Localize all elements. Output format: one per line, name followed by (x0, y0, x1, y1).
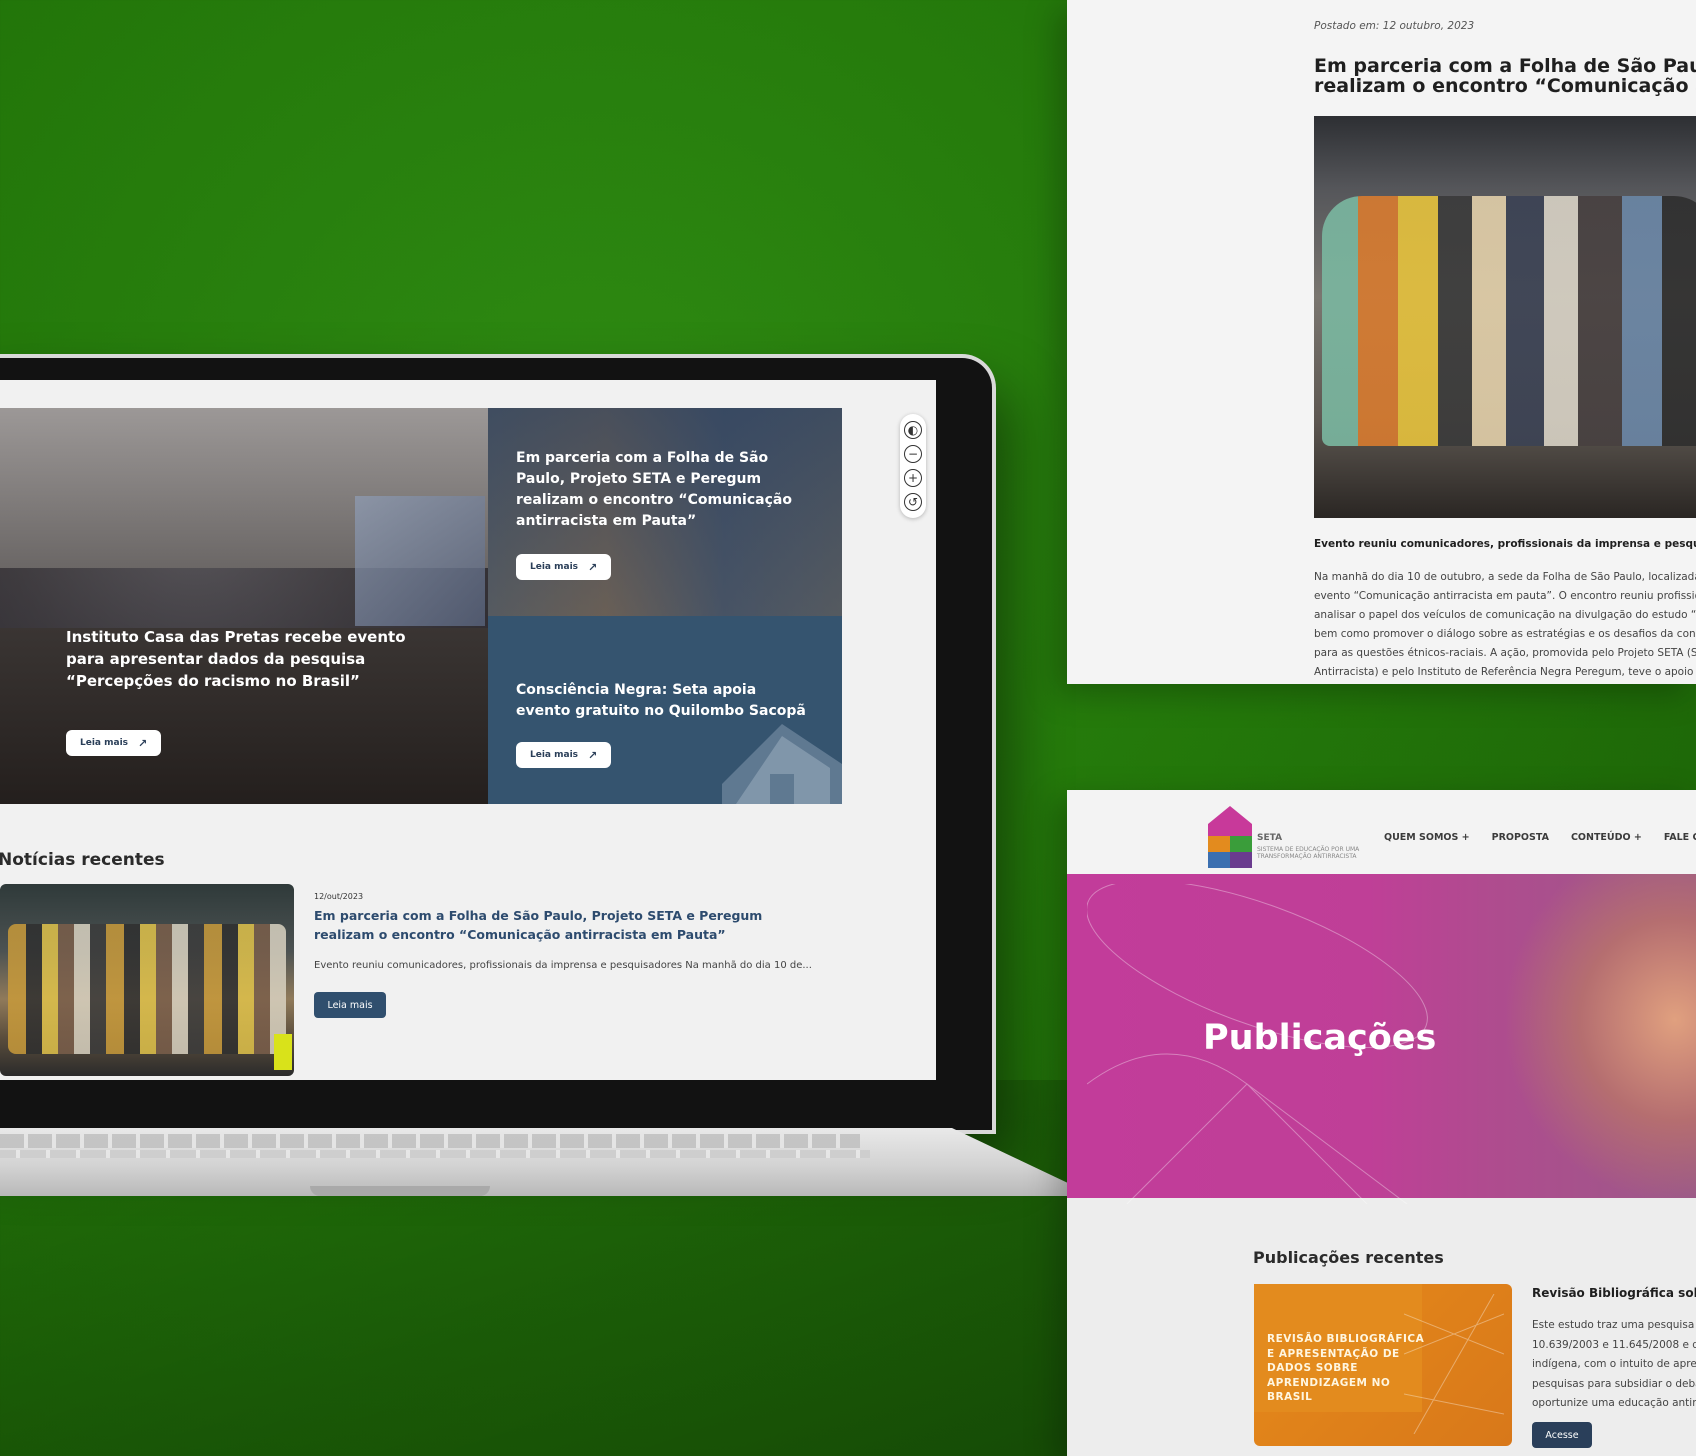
featured-card-casa-das-pretas[interactable]: Instituto Casa das Pretas recebe evento … (0, 408, 488, 804)
nav-item-conteudo[interactable]: CONTEÚDO + (1571, 832, 1642, 843)
publications-hero-banner: Publicações (1067, 874, 1696, 1204)
recent-publications-heading: Publicações recentes (1253, 1248, 1444, 1267)
photo-group (1322, 196, 1696, 446)
article-body: Na manhã do dia 10 de outubro, a sede da… (1314, 571, 1696, 678)
accessibility-toolbar: ◐ − + ↺ (900, 414, 926, 518)
keyboard (0, 1134, 860, 1148)
featured-card-consciencia-negra[interactable]: Consciência Negra: Seta apoia evento gra… (488, 616, 842, 804)
page-title: Publicações (1203, 1018, 1437, 1058)
logo-name: SETA (1257, 833, 1283, 843)
logo-tagline: SISTEMA DE EDUCAÇÃO POR UMA TRANSFORMAÇÃ… (1257, 846, 1360, 860)
external-link-icon: ↗ (588, 748, 598, 762)
photo-projection-screen (355, 496, 485, 626)
contrast-icon[interactable]: ◐ (904, 421, 922, 439)
read-more-button[interactable]: Leia mais ↗ (516, 554, 612, 580)
laptop-mockup: Instituto Casa das Pretas recebe evento … (0, 358, 992, 1130)
laptop-notch (310, 1186, 490, 1196)
read-more-label: Leia mais (80, 738, 129, 748)
zoom-out-icon[interactable]: − (904, 445, 922, 463)
featured-title: Consciência Negra: Seta apoia evento gra… (516, 682, 806, 719)
cover-title: REVISÃO BIBLIOGRÁFICA E APRESENTAÇÃO DE … (1267, 1333, 1425, 1403)
article-title-line: Em parceria com a Folha de São Paulo, P (1314, 55, 1696, 77)
read-more-button[interactable]: Leia mais ↗ (516, 742, 612, 768)
publications-page-panel: SETA SISTEMA DE EDUCAÇÃO POR UMA TRANSFO… (1067, 790, 1696, 1456)
access-button[interactable]: Acesse (1532, 1422, 1592, 1448)
featured-title: Em parceria com a Folha de São Paulo, Pr… (516, 450, 792, 529)
nav-item-quem-somos[interactable]: QUEM SOMOS + (1384, 832, 1470, 843)
nav-item-proposta[interactable]: PROPOSTA (1492, 832, 1549, 843)
reset-icon[interactable]: ↺ (904, 493, 922, 511)
featured-title: Instituto Casa das Pretas recebe evento … (66, 628, 406, 690)
featured-news-grid: Instituto Casa das Pretas recebe evento … (0, 408, 842, 804)
site-header: SETA SISTEMA DE EDUCAÇÃO POR UMA TRANSFO… (1067, 790, 1696, 874)
post-date: Postado em: 12 outubro, 2023 (1314, 20, 1475, 32)
news-title-link[interactable]: Em parceria com a Folha de São Paulo, Pr… (314, 906, 814, 944)
seta-arrow-watermark-icon (722, 724, 842, 804)
seta-logo-icon[interactable] (1208, 806, 1252, 868)
article-title: Em parceria com a Folha de São Paulo, P … (1314, 56, 1696, 96)
news-date: 12/out/2023 (314, 892, 364, 901)
photo-group (8, 924, 286, 1054)
laptop-base (0, 1128, 1070, 1196)
external-link-icon: ↗ (588, 560, 598, 574)
featured-column-right: Em parceria com a Folha de São Paulo, Pr… (488, 408, 842, 804)
article-page-panel: Postado em: 12 outubro, 2023 Em parceria… (1067, 0, 1696, 684)
article-title-line: realizam o encontro “Comunicação antir (1314, 75, 1696, 97)
nav-item-fale-conosco[interactable]: FALE CONOS (1664, 832, 1696, 843)
publication-cover[interactable]: REVISÃO BIBLIOGRÁFICA E APRESENTAÇÃO DE … (1254, 1284, 1512, 1446)
seta-badge-icon (274, 1034, 292, 1070)
hero-photo-girl (1507, 874, 1696, 1198)
publication-title[interactable]: Revisão Bibliográfica sobr (1532, 1286, 1696, 1300)
read-more-button[interactable]: Leia mais ↗ (66, 730, 162, 756)
keyboard-row (0, 1150, 870, 1158)
read-more-button[interactable]: Leia mais (314, 992, 386, 1018)
main-nav: QUEM SOMOS + PROPOSTA CONTEÚDO + FALE CO… (1384, 832, 1696, 843)
laptop-screen: Instituto Casa das Pretas recebe evento … (0, 380, 936, 1080)
external-link-icon: ↗ (138, 736, 148, 750)
news-excerpt: Evento reuniu comunicadores, profissiona… (314, 960, 812, 971)
article-subtitle: Evento reuniu comunicadores, profissiona… (1314, 538, 1696, 550)
publication-description: Este estudo traz uma pesquisa bi 10.639/… (1532, 1319, 1696, 1409)
featured-card-folha[interactable]: Em parceria com a Folha de São Paulo, Pr… (488, 408, 842, 616)
recent-news-heading: Notícias recentes (0, 850, 165, 870)
read-more-label: Leia mais (530, 562, 579, 572)
news-thumbnail[interactable] (0, 884, 294, 1076)
zoom-in-icon[interactable]: + (904, 469, 922, 487)
read-more-label: Leia mais (530, 750, 579, 760)
article-photo (1314, 116, 1696, 518)
